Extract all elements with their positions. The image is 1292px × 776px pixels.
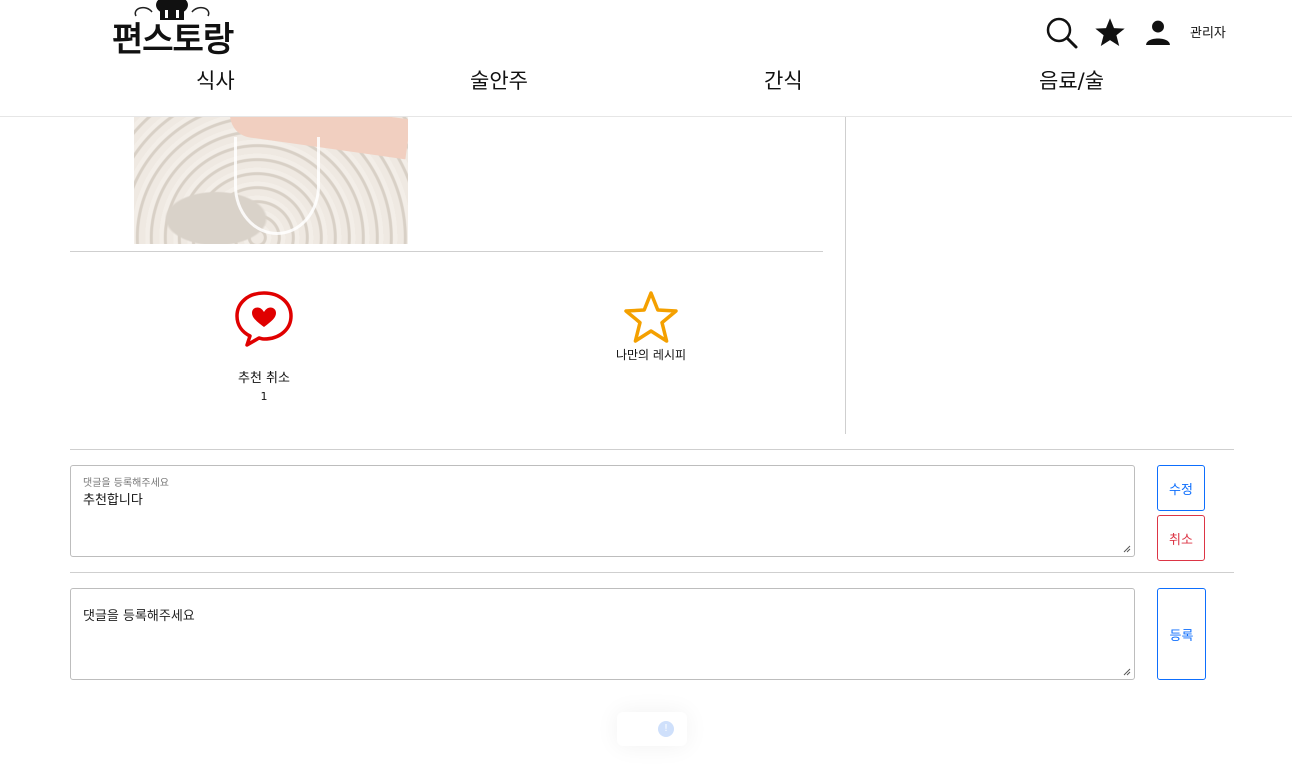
header: 편스토랑 식사 술안주 간식 음료/술 관리자: [0, 0, 1292, 117]
resize-grip-icon[interactable]: [1123, 668, 1131, 676]
resize-grip-icon[interactable]: [1123, 545, 1131, 553]
edit-button[interactable]: 수정: [1157, 465, 1205, 511]
chef-hat-logo-icon: [134, 0, 210, 20]
star-outline-icon[interactable]: [620, 290, 682, 346]
logo-text: 편스토랑: [112, 20, 234, 60]
comment-new-placeholder: 댓글을 등록해주세요: [83, 609, 195, 624]
nav-item-meal[interactable]: 식사: [196, 66, 235, 96]
recommend-count: 1: [260, 390, 268, 403]
divider: [70, 251, 823, 252]
nav-item-snack[interactable]: 간식: [764, 66, 803, 96]
logo[interactable]: 편스토랑: [108, 0, 238, 62]
my-recipe-label[interactable]: 나만의 레시피: [590, 346, 712, 363]
divider: [70, 572, 1234, 573]
comment-edit-floating-label: 댓글을 등록해주세요: [83, 478, 169, 489]
star-icon[interactable]: [1094, 17, 1126, 48]
comment-new-field[interactable]: 댓글을 등록해주세요: [70, 588, 1135, 680]
divider: [70, 449, 1234, 450]
main-nav: 식사 술안주 간식 음료/술: [0, 66, 1292, 100]
submit-button[interactable]: 등록: [1157, 588, 1206, 680]
info-icon: !: [658, 721, 674, 737]
cancel-button[interactable]: 취소: [1157, 515, 1205, 561]
toast-notification: !: [617, 712, 687, 746]
admin-link[interactable]: 관리자: [1190, 22, 1226, 41]
nav-item-snack-with-drinks[interactable]: 술안주: [470, 66, 528, 96]
recommend-cancel-label[interactable]: 추천 취소: [200, 367, 328, 386]
search-icon[interactable]: [1045, 16, 1079, 50]
user-icon[interactable]: [1145, 19, 1171, 45]
heart-chat-icon[interactable]: [234, 290, 294, 348]
comment-edit-value: 추천합니다: [83, 493, 143, 508]
vertical-divider: [845, 117, 846, 434]
comment-edit-field[interactable]: 댓글을 등록해주세요 추천합니다: [70, 465, 1135, 557]
recipe-photo: [134, 117, 408, 244]
nav-item-beverage[interactable]: 음료/술: [1039, 66, 1104, 96]
